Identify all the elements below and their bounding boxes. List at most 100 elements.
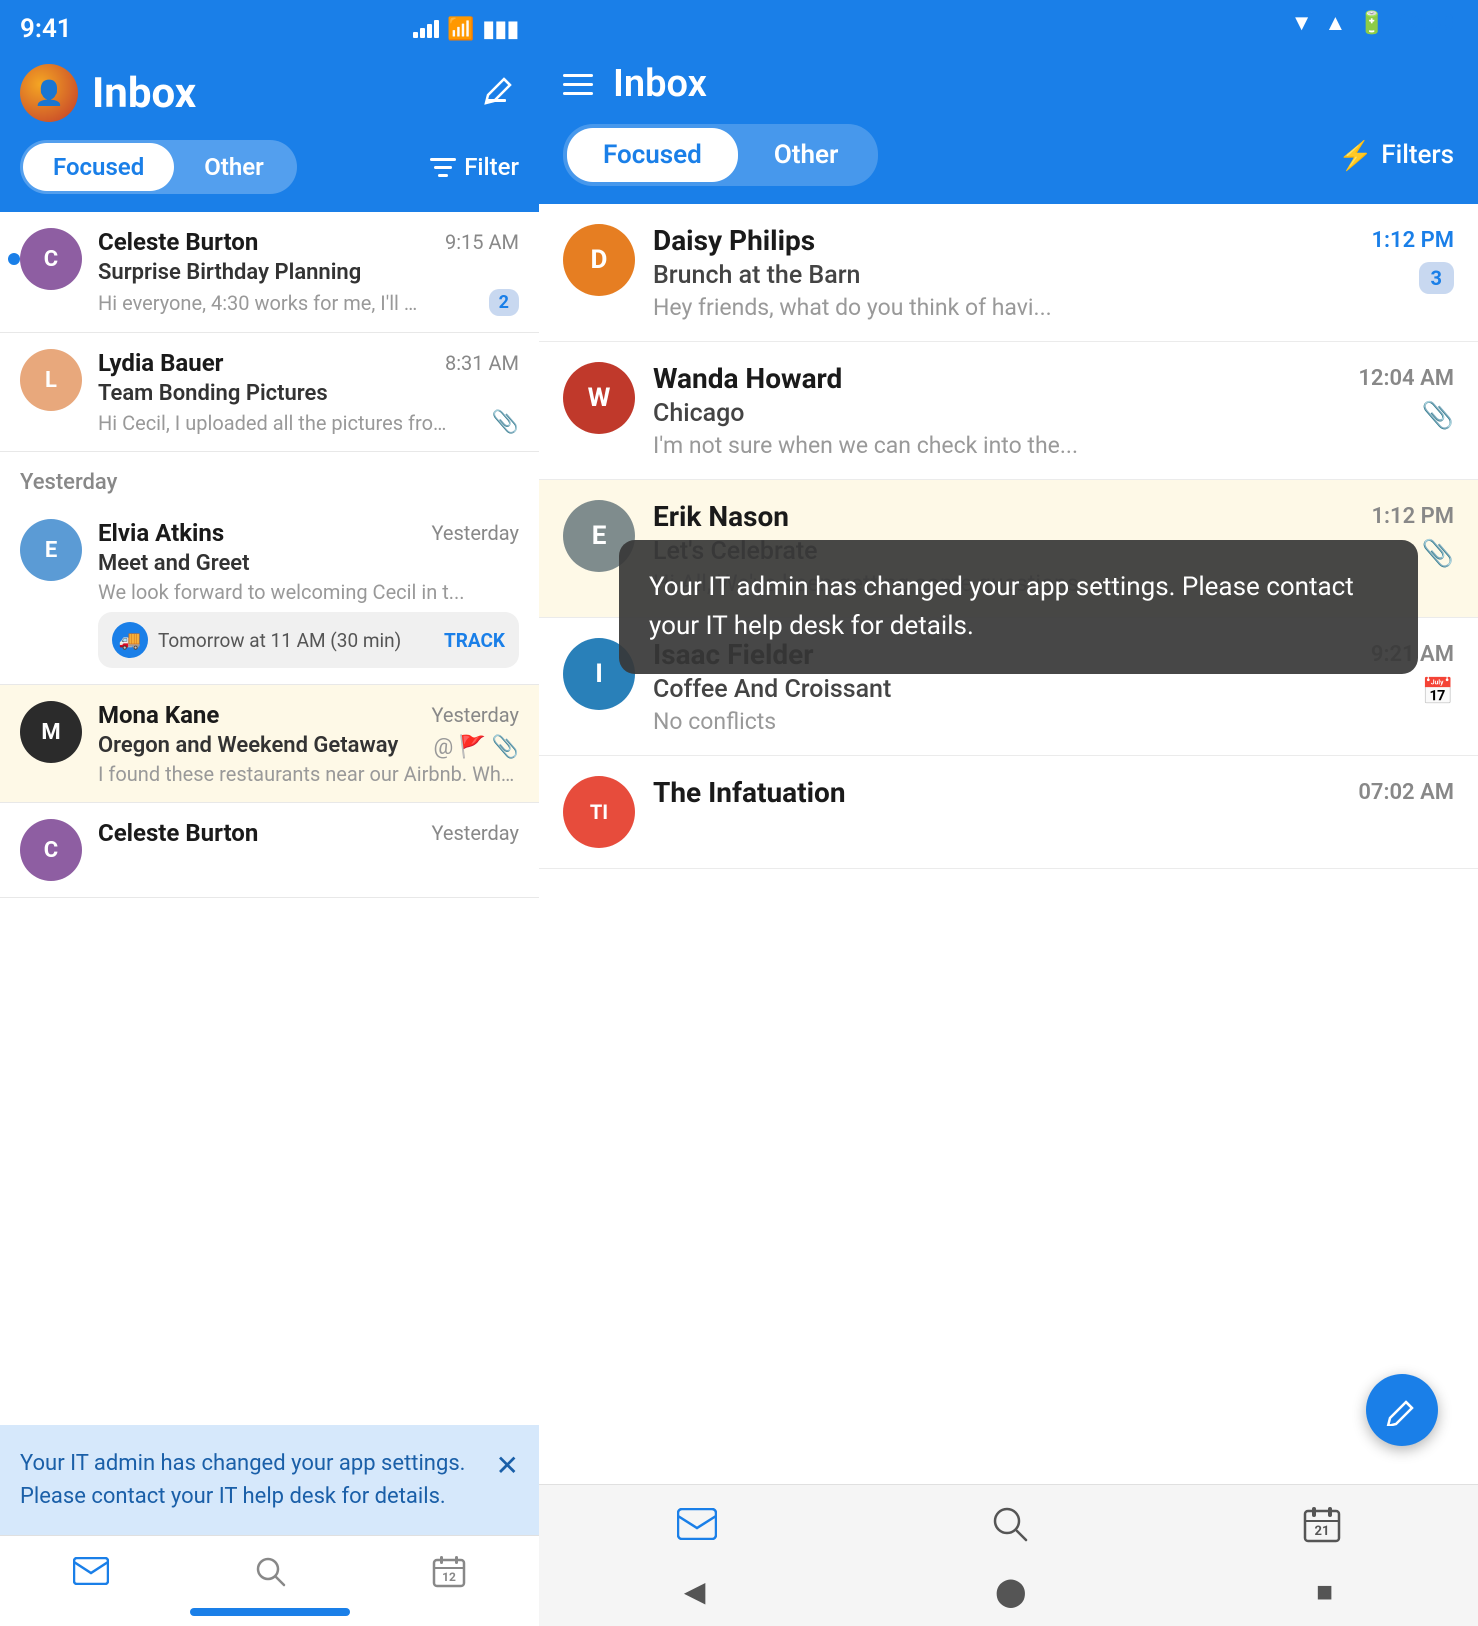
subject-wanda: Chicago xyxy=(653,399,744,428)
preview-elvia: We look forward to welcoming Cecil in t.… xyxy=(98,580,519,604)
time-ti: 07:02 AM xyxy=(1358,780,1454,805)
avatar-daisy: D xyxy=(563,224,635,296)
user-avatar-image: 👤 xyxy=(20,64,78,122)
android-compose-fab[interactable] xyxy=(1366,1374,1438,1446)
android-content-ti: The Infatuation 07:02 AM xyxy=(653,776,1454,813)
nav-mail[interactable] xyxy=(73,1557,109,1585)
email-content-celeste2: Celeste Burton Yesterday xyxy=(98,819,519,851)
home-button[interactable]: ⬤ xyxy=(995,1575,1026,1608)
subject-lydia: Team Bonding Pictures xyxy=(98,381,519,406)
email-item-elvia[interactable]: E Elvia Atkins Yesterday Meet and Greet … xyxy=(0,503,539,685)
preview-isaac: No conflicts xyxy=(653,708,1454,735)
android-email-ti[interactable]: TI The Infatuation 07:02 AM xyxy=(539,756,1478,869)
date-separator-yesterday: Yesterday xyxy=(0,452,539,503)
android-email-daisy[interactable]: D Daisy Philips 1:12 PM Brunch at the Ba… xyxy=(539,204,1478,342)
mona-icons: @ 🚩 📎 xyxy=(434,735,519,760)
android-content-wanda: Wanda Howard 12:04 AM Chicago 📎 I'm not … xyxy=(653,362,1454,459)
time-daisy: 1:12 PM xyxy=(1371,228,1454,253)
ios-tab-group: Focused Other xyxy=(20,140,297,194)
tracking-text: Tomorrow at 11 AM (30 min) xyxy=(158,629,434,652)
android-focused-tab[interactable]: Focused xyxy=(567,128,738,182)
android-content-daisy: Daisy Philips 1:12 PM Brunch at the Barn… xyxy=(653,224,1454,321)
back-button[interactable]: ◀ xyxy=(684,1575,706,1608)
android-bottom-nav: 21 xyxy=(539,1484,1478,1557)
battery-icon-android: 🔋 xyxy=(1358,11,1385,36)
avatar-celeste: C xyxy=(20,228,82,290)
signal-icon xyxy=(413,20,439,38)
tracking-row-elvia: 🚚 Tomorrow at 11 AM (30 min) TRACK xyxy=(98,612,519,668)
sender-celeste: Celeste Burton xyxy=(98,228,258,256)
avatar-elvia: E xyxy=(20,519,82,581)
recents-button[interactable]: ■ xyxy=(1316,1575,1333,1608)
subject-isaac: Coffee And Croissant xyxy=(653,675,891,704)
other-tab[interactable]: Other xyxy=(174,143,294,191)
subject-celeste: Surprise Birthday Planning xyxy=(98,260,519,285)
filters-button[interactable]: ⚡ Filters xyxy=(1338,139,1454,172)
ios-email-list: C Celeste Burton 9:15 AM Surprise Birthd… xyxy=(0,212,539,1425)
time-lydia: 8:31 AM xyxy=(445,351,519,375)
android-status-bar: ▼ ▲ 🔋 12:30 xyxy=(539,0,1478,46)
filters-label: Filters xyxy=(1381,140,1454,170)
android-nav-calendar[interactable]: 21 xyxy=(1303,1505,1341,1543)
time-erik: 1:12 PM xyxy=(1371,504,1454,529)
ios-notification-banner: Your IT admin has changed your app setti… xyxy=(0,1425,539,1535)
avatar-ti: TI xyxy=(563,776,635,848)
badge-celeste: 2 xyxy=(489,289,519,316)
truck-icon: 🚚 xyxy=(112,622,148,658)
android-tabs: Focused Other ⚡ Filters xyxy=(539,124,1478,204)
sender-celeste2: Celeste Burton xyxy=(98,819,258,847)
android-system-nav: ◀ ⬤ ■ xyxy=(539,1557,1478,1626)
avatar-mona: M xyxy=(20,701,82,763)
android-email-list: D Daisy Philips 1:12 PM Brunch at the Ba… xyxy=(539,204,1478,1484)
track-button[interactable]: TRACK xyxy=(444,629,505,652)
inbox-title: Inbox xyxy=(92,69,196,118)
time-elvia: Yesterday xyxy=(431,521,519,545)
signal-icon-android: ▲ xyxy=(1325,10,1347,36)
ios-status-right: 📶 ▮▮▮ xyxy=(413,17,519,42)
android-email-wanda[interactable]: W Wanda Howard 12:04 AM Chicago 📎 I'm no… xyxy=(539,342,1478,480)
preview-lydia: Hi Cecil, I uploaded all the pictures fr… xyxy=(98,411,458,435)
battery-icon: ▮▮▮ xyxy=(483,17,519,42)
android-nav-search[interactable] xyxy=(992,1506,1028,1542)
time-celeste: 9:15 AM xyxy=(445,230,519,254)
email-item-mona[interactable]: M Mona Kane Yesterday Oregon and Weekend… xyxy=(0,685,539,803)
android-other-tab[interactable]: Other xyxy=(738,128,875,182)
wifi-icon-android: ▼ xyxy=(1291,10,1313,36)
svg-text:21: 21 xyxy=(1314,1524,1329,1539)
focused-tab[interactable]: Focused xyxy=(23,143,174,191)
hamburger-menu[interactable] xyxy=(563,74,593,95)
subject-daisy: Brunch at the Barn xyxy=(653,261,860,290)
android-nav-mail[interactable] xyxy=(677,1508,717,1540)
ios-header-left: 👤 Inbox xyxy=(20,64,196,122)
email-item-celeste2[interactable]: C Celeste Burton Yesterday xyxy=(0,803,539,898)
user-avatar[interactable]: 👤 xyxy=(20,64,78,122)
attachment-icon-erik: 📎 xyxy=(1422,539,1454,569)
filter-button[interactable]: Filter xyxy=(430,153,519,181)
ios-time: 9:41 xyxy=(20,14,72,44)
sender-lydia: Lydia Bauer xyxy=(98,349,223,377)
sender-daisy: Daisy Philips xyxy=(653,224,815,257)
notification-text: Your IT admin has changed your app setti… xyxy=(20,1447,486,1513)
email-item-lydia[interactable]: L Lydia Bauer 8:31 AM Team Bonding Pictu… xyxy=(0,333,539,452)
unread-dot xyxy=(8,253,20,265)
nav-calendar[interactable]: 12 xyxy=(432,1554,466,1588)
email-item-celeste[interactable]: C Celeste Burton 9:15 AM Surprise Birthd… xyxy=(0,212,539,333)
sender-erik: Erik Nason xyxy=(653,500,789,533)
android-inbox-title: Inbox xyxy=(613,62,1454,106)
email-content-mona: Mona Kane Yesterday Oregon and Weekend G… xyxy=(98,701,519,786)
avatar-wanda: W xyxy=(563,362,635,434)
sender-ti: The Infatuation xyxy=(653,776,846,809)
compose-button[interactable] xyxy=(477,72,519,114)
nav-search[interactable] xyxy=(254,1555,286,1587)
svg-text:12: 12 xyxy=(442,1570,456,1584)
email-content-elvia: Elvia Atkins Yesterday Meet and Greet We… xyxy=(98,519,519,668)
preview-mona: I found these restaurants near our Airbn… xyxy=(98,762,519,786)
left-panel: 9:41 📶 ▮▮▮ 👤 Inbox xyxy=(0,0,539,1626)
home-indicator xyxy=(190,1608,350,1616)
subject-elvia: Meet and Greet xyxy=(98,551,519,576)
badge-daisy: 3 xyxy=(1419,262,1454,294)
close-notification-button[interactable]: ✕ xyxy=(496,1449,519,1482)
preview-daisy: Hey friends, what do you think of havi..… xyxy=(653,294,1454,321)
tooltip-text: Your IT admin has changed your app setti… xyxy=(649,572,1354,641)
calendar-icon-isaac: 📅 xyxy=(1422,677,1454,707)
